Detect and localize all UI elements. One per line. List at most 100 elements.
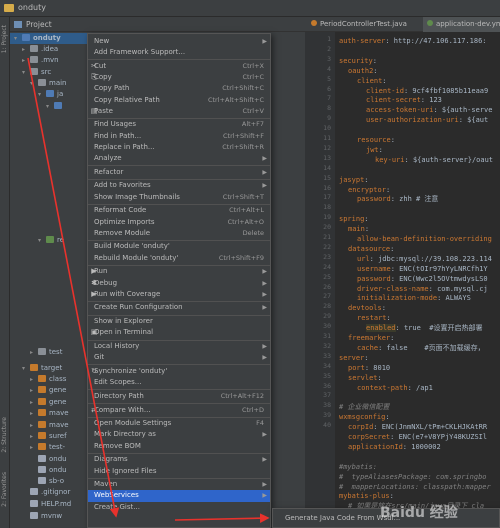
- menu-item-optimize-imports[interactable]: Optimize Imports Ctrl+Alt+O: [88, 217, 270, 228]
- tree-item-label: gene: [49, 386, 67, 394]
- menu-item-refactor[interactable]: Refactor ▶: [88, 167, 270, 178]
- yaml-key: access-token-uri: [366, 106, 434, 115]
- menu-item-label: Diagrams: [94, 455, 128, 464]
- expand-arrow-icon[interactable]: ▾: [22, 67, 30, 78]
- expand-arrow-icon[interactable]: ▸: [30, 431, 38, 442]
- tree-item[interactable]: ▾ target: [10, 363, 90, 374]
- menu-item-cut[interactable]: ✂ Cut Ctrl+X: [88, 61, 270, 72]
- menu-item-remove-bom[interactable]: Remove BOM: [88, 441, 270, 452]
- expand-arrow-icon[interactable]: ▾: [22, 363, 30, 374]
- tree-item[interactable]: ▸ gene: [10, 385, 90, 396]
- menu-item-webservices[interactable]: WebServices ▶: [88, 490, 270, 502]
- expand-arrow-icon[interactable]: ▾: [38, 235, 46, 246]
- submenu-arrow-icon: ▶: [262, 268, 267, 276]
- tree-item[interactable]: .gitignor: [10, 487, 90, 498]
- tab-period-controller-test[interactable]: PeriodControllerTest.java: [307, 17, 411, 32]
- tree-item[interactable]: ▸ .mvn: [10, 55, 90, 66]
- tree-item[interactable]: ondu: [10, 465, 90, 476]
- menu-item-new[interactable]: New ▶: [88, 36, 270, 47]
- submenu-arrow-icon: ▶: [262, 155, 267, 162]
- menu-item-hide-ignored-files[interactable]: Hide Ignored Files: [88, 466, 270, 477]
- menu-item-add-to-favorites[interactable]: Add to Favorites ▶: [88, 180, 270, 191]
- yaml-key: port: [348, 363, 365, 372]
- yaml-key: corpSecret: [348, 433, 391, 441]
- menu-item-rebuild-module-onduty[interactable]: Rebuild Module 'onduty' Ctrl+Shift+F9: [88, 253, 270, 264]
- menu-item-create-gist[interactable]: Create Gist...: [88, 502, 270, 513]
- menu-item-paste[interactable]: ▤ Paste Ctrl+V: [88, 106, 270, 117]
- code-editor[interactable]: auth-server: http://47.106.117.186: secur…: [335, 32, 500, 528]
- tool-window-structure[interactable]: 2: Structure: [1, 417, 8, 453]
- menu-item-compare-with[interactable]: ⇄ Compare With... Ctrl+D: [88, 405, 270, 416]
- menu-item-copy-relative-path[interactable]: Copy Relative Path Ctrl+Alt+Shift+C: [88, 95, 270, 106]
- expand-arrow-icon[interactable]: ▸: [22, 55, 30, 66]
- tree-item[interactable]: ▸ test-: [10, 442, 90, 453]
- tree-item[interactable]: ondu: [10, 454, 90, 465]
- menu-item-copy[interactable]: ⎘ Copy Ctrl+C: [88, 72, 270, 83]
- menu-item-analyze[interactable]: Analyze ▶: [88, 153, 270, 164]
- tree-item[interactable]: ▾: [10, 101, 90, 112]
- tree-item[interactable]: ▸ suref: [10, 431, 90, 442]
- tree-item[interactable]: ▸ gene: [10, 397, 90, 408]
- expand-arrow-icon[interactable]: ▸: [30, 347, 38, 358]
- tree-item[interactable]: sb-o: [10, 476, 90, 487]
- expand-arrow-icon[interactable]: ▸: [22, 44, 30, 55]
- tree-item[interactable]: ▾ onduty: [10, 33, 90, 44]
- menu-item-local-history[interactable]: Local History ▶: [88, 341, 270, 352]
- menu-item-reformat-code[interactable]: Reformat Code Ctrl+Alt+L: [88, 205, 270, 216]
- tree-item[interactable]: ▾ ja: [10, 89, 90, 100]
- menu-item-find-usages[interactable]: Find Usages Alt+F7: [88, 119, 270, 130]
- menu-item-replace-in-path[interactable]: Replace in Path... Ctrl+Shift+R: [88, 142, 270, 153]
- tree-item[interactable]: ▸ class: [10, 374, 90, 385]
- tree-item[interactable]: ▾ re: [10, 235, 90, 246]
- menu-item-run-with-coverage[interactable]: ▶ Run with Coverage ▶: [88, 289, 270, 300]
- tree-item[interactable]: HELP.md: [10, 499, 90, 510]
- expand-arrow-icon[interactable]: ▸: [30, 442, 38, 453]
- menu-item-directory-path[interactable]: Directory Path Ctrl+Alt+F12: [88, 391, 270, 402]
- expand-arrow-icon[interactable]: ▸: [30, 374, 38, 385]
- expand-arrow-icon[interactable]: ▸: [30, 408, 38, 419]
- menu-item-open-module-settings[interactable]: Open Module Settings F4: [88, 418, 270, 429]
- menu-item-add-framework-support[interactable]: Add Framework Support...: [88, 47, 270, 58]
- menu-item-git[interactable]: Git ▶: [88, 352, 270, 363]
- menu-item-open-in-terminal[interactable]: ▣ Open in Terminal: [88, 327, 270, 338]
- tree-item[interactable]: ▸ mave: [10, 408, 90, 419]
- expand-arrow-icon[interactable]: ▾: [30, 78, 38, 89]
- menu-item-show-image-thumbnails[interactable]: Show Image Thumbnails Ctrl+Shift+T: [88, 192, 270, 203]
- menu-item-show-in-explorer[interactable]: Show in Explorer: [88, 316, 270, 327]
- expand-arrow-icon[interactable]: ▾: [38, 89, 46, 100]
- yaml-value: : 123: [420, 96, 442, 105]
- expand-arrow-icon[interactable]: ▾: [14, 33, 22, 44]
- tree-item[interactable]: ▾ main: [10, 78, 90, 89]
- menu-item-maven[interactable]: Maven ▶: [88, 479, 270, 490]
- expand-arrow-icon[interactable]: ▸: [30, 397, 38, 408]
- menu-item-create-run-configuration[interactable]: Create Run Configuration ▶: [88, 302, 270, 313]
- tool-window-project[interactable]: 1: Project: [1, 25, 8, 53]
- menu-item-build-module-onduty[interactable]: Build Module 'onduty': [88, 241, 270, 252]
- tab-application-dev[interactable]: application-dev.yml: [423, 17, 500, 32]
- tree-item[interactable]: ▾ src: [10, 67, 90, 78]
- menu-item-diagrams[interactable]: Diagrams ▶: [88, 454, 270, 465]
- menu-item-synchronize-onduty[interactable]: ↻ Synchronize 'onduty': [88, 366, 270, 377]
- line-number: 27: [323, 292, 331, 301]
- tree-item[interactable]: ▸ test: [10, 347, 90, 358]
- menu-item-remove-module[interactable]: Remove Module Delete: [88, 228, 270, 239]
- menu-item-label: Replace in Path...: [94, 142, 155, 151]
- menu-item-label: Run with Coverage: [94, 289, 161, 298]
- tree-item[interactable]: ▸ mave: [10, 420, 90, 431]
- menu-item-find-in-path[interactable]: Find in Path... Ctrl+Shift+F: [88, 131, 270, 142]
- tree-item[interactable]: ▸ .idea: [10, 44, 90, 55]
- expand-arrow-icon[interactable]: ▸: [30, 420, 38, 431]
- tool-window-favorites[interactable]: 2: Favorites: [1, 472, 8, 507]
- expand-arrow-icon[interactable]: ▸: [30, 385, 38, 396]
- menu-item-debug[interactable]: ✱ Debug ▶: [88, 278, 270, 289]
- menu-item-run[interactable]: ▶ Run ▶: [88, 266, 270, 277]
- tree-item[interactable]: mvnw: [10, 511, 90, 522]
- menu-item-shortcut: Ctrl+Alt+Shift+C: [207, 95, 264, 104]
- submenu-arrow-icon: ▶: [262, 456, 267, 464]
- expand-arrow-icon[interactable]: ▾: [46, 101, 54, 112]
- menu-item-mark-directory-as[interactable]: Mark Directory as ▶: [88, 429, 270, 440]
- menu-item-edit-scopes[interactable]: Edit Scopes...: [88, 377, 270, 388]
- menu-item-copy-path[interactable]: Copy Path Ctrl+Shift+C: [88, 83, 270, 94]
- yaml-key: client-id: [366, 86, 404, 95]
- project-panel-header[interactable]: Project: [10, 17, 305, 32]
